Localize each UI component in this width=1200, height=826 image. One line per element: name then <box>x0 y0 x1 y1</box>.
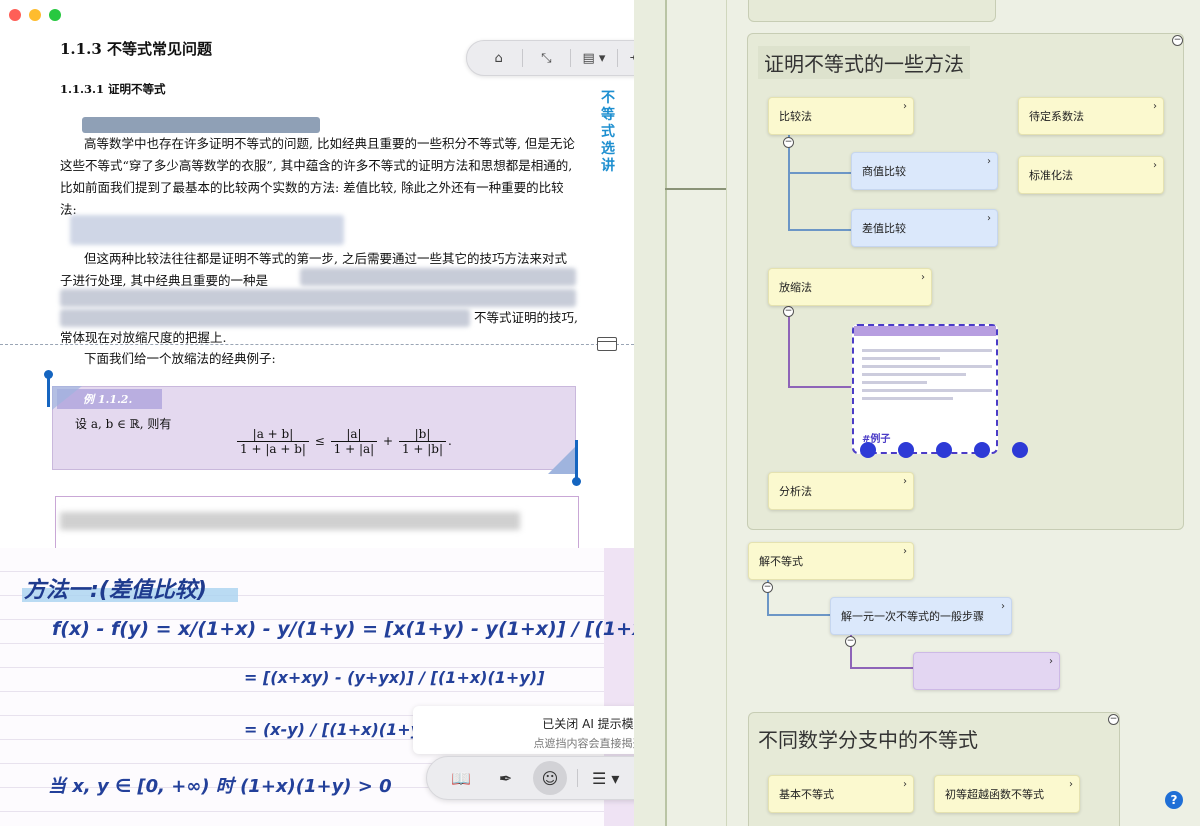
collapse-icon[interactable]: − <box>845 636 856 647</box>
book-icon[interactable]: 📖 <box>444 761 478 795</box>
mindmap-branch-connector <box>665 188 727 190</box>
chapter-side-title: 不等式选讲 <box>601 90 615 174</box>
mindmap-branch-line <box>726 0 727 826</box>
selection-handle-end-dot[interactable] <box>572 477 581 486</box>
home-icon[interactable]: ⌂ <box>483 45 515 71</box>
chevron-right-icon[interactable]: › <box>903 101 907 112</box>
mindmap-menu-icon[interactable]: ⋲ ▾ <box>626 45 634 71</box>
pen-icon[interactable]: ✒ <box>489 761 523 795</box>
node-image-thumbnail[interactable]: › <box>913 652 1060 690</box>
collapse-icon[interactable]: ⤡ <box>530 45 562 71</box>
node-daiding[interactable]: 待定系数法 › <box>1018 97 1164 135</box>
connector <box>788 306 790 388</box>
example-text: 设 a, b ∈ ℝ, 则有 <box>75 417 172 431</box>
node-jiben[interactable]: 基本不等式 › <box>768 775 914 813</box>
blurred-text[interactable] <box>60 289 576 307</box>
example-formula: |a + b| 1 + |a + b| ≤ |a| 1 + |a| + |b| 1 +… <box>235 427 452 456</box>
paragraph-2-tail: 不等式证明的技巧, <box>474 310 578 325</box>
group-title[interactable]: 不同数学分支中的不等式 <box>758 724 978 753</box>
handwritten-line-2: = [(x+xy) - (y+yx)] / [(1+x)(1+y)] <box>244 668 545 687</box>
page-menu-icon[interactable]: ▤ ▾ <box>578 45 610 71</box>
list-menu-icon[interactable]: ☰ ▾ <box>589 761 623 795</box>
resize-icon[interactable] <box>1012 442 1028 458</box>
paragraph-1: 高等数学中也存在许多证明不等式的问题, 比如经典且重要的一些积分不等式等, 但是… <box>60 136 575 217</box>
node-fenxi[interactable]: 分析法 › <box>768 472 914 510</box>
node-jie[interactable]: 解不等式 › <box>748 542 914 580</box>
blurred-text[interactable] <box>60 309 470 327</box>
node-chazhi[interactable]: 差值比较 › <box>851 209 998 247</box>
handwritten-title: 方法一:(差值比较) <box>24 578 207 603</box>
connector <box>788 135 790 231</box>
help-button[interactable]: ? <box>1165 791 1183 809</box>
chevron-right-icon[interactable]: › <box>1001 601 1005 612</box>
image-node-header <box>854 326 996 336</box>
selection-handle-start-dot[interactable] <box>44 370 53 379</box>
example-box[interactable]: 例 1.1.2. 设 a, b ∈ ℝ, 则有 |a + b| 1 + |a + … <box>52 386 576 470</box>
card-icon[interactable] <box>597 337 617 351</box>
group-title[interactable]: 证明不等式的一些方法 <box>758 46 970 79</box>
node-shangzhi[interactable]: 商值比较 › <box>851 152 998 190</box>
handwritten-line-3: = (x-y) / [(1+x)(1+y)] <box>244 720 436 739</box>
image-node-actions <box>860 442 1028 458</box>
connector <box>789 386 851 388</box>
link-icon[interactable] <box>898 442 914 458</box>
blurred-text[interactable] <box>300 268 576 286</box>
mask-icon[interactable] <box>936 442 952 458</box>
collapse-icon[interactable]: − <box>762 582 773 593</box>
collapse-icon[interactable]: − <box>783 306 794 317</box>
chevron-right-icon[interactable]: › <box>1049 656 1053 667</box>
window-zoom-button[interactable] <box>49 9 61 21</box>
mindmap-left-strip <box>634 0 665 826</box>
selection-corner <box>52 386 82 410</box>
chevron-right-icon[interactable]: › <box>987 213 991 224</box>
handwritten-line-4: 当 x, y ∈ [0, +∞) 时 (1+x)(1+y) > 0 <box>48 776 392 797</box>
mindmap-group-partial[interactable] <box>748 0 996 22</box>
window-close-button[interactable] <box>9 9 21 21</box>
page-split-line <box>0 344 634 345</box>
chevron-right-icon[interactable]: › <box>903 779 907 790</box>
blurred-formula[interactable] <box>70 215 344 245</box>
connector <box>851 667 913 669</box>
redaction-mask[interactable] <box>82 117 320 133</box>
node-jieyiyuan[interactable]: 解一元一次不等式的一般步骤 › <box>830 597 1012 635</box>
window-minimize-button[interactable] <box>29 9 41 21</box>
chevron-right-icon[interactable]: › <box>987 156 991 167</box>
image-thumbnail <box>862 344 992 405</box>
document-toolbar: ⌂ ⤡ ▤ ▾ ⋲ ▾ ⌕ <box>466 40 634 76</box>
node-chudeng[interactable]: 初等超越函数不等式 › <box>934 775 1080 813</box>
comment-icon[interactable] <box>860 442 876 458</box>
connector <box>789 229 851 231</box>
selection-corner <box>548 446 576 474</box>
chevron-right-icon[interactable]: › <box>903 476 907 487</box>
connector <box>768 614 830 616</box>
chevron-right-icon[interactable]: › <box>1153 101 1157 112</box>
mindmap-main-branch <box>665 0 667 826</box>
chevron-right-icon[interactable]: › <box>1153 160 1157 171</box>
chevron-right-icon[interactable]: › <box>921 272 925 283</box>
subsection-title: 1.1.3.1 证明不等式 <box>60 82 166 96</box>
document-pane: 1.1.3 不等式常见问题 1.1.3.1 证明不等式 高等数学中也存在许多证明… <box>0 0 634 548</box>
blurred-text[interactable] <box>60 512 520 530</box>
section-title: 1.1.3 不等式常见问题 <box>60 40 212 58</box>
node-biaozhun[interactable]: 标准化法 › <box>1018 156 1164 194</box>
sparkle-icon[interactable] <box>974 442 990 458</box>
node-bijiao[interactable]: 比较法 › <box>768 97 914 135</box>
collapse-icon[interactable]: − <box>783 137 794 148</box>
node-fangsuo[interactable]: 放缩法 › <box>768 268 932 306</box>
paragraph-3: 下面我们给一个放缩法的经典例子: <box>84 351 276 366</box>
connector <box>789 172 851 174</box>
collapse-icon[interactable]: − <box>1108 714 1119 725</box>
ai-brain-icon[interactable]: ☺ <box>532 761 567 795</box>
chevron-right-icon[interactable]: › <box>1069 779 1073 790</box>
handwritten-line-1: f(x) - f(y) = x/(1+x) - y/(1+y) = [x(1+y… <box>52 618 721 640</box>
collapse-icon[interactable]: − <box>1172 35 1183 46</box>
chevron-right-icon[interactable]: › <box>903 546 907 557</box>
image-node-example[interactable]: #例子 <box>852 324 1028 458</box>
selection-handle-end[interactable] <box>575 440 578 480</box>
